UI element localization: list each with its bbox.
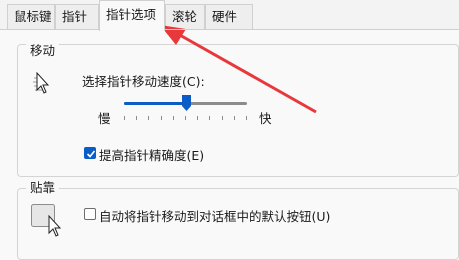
tab-divider [0, 29, 459, 30]
tab-pointer-options[interactable]: 指针选项 [99, 0, 165, 31]
annotation-arrow [160, 25, 317, 114]
